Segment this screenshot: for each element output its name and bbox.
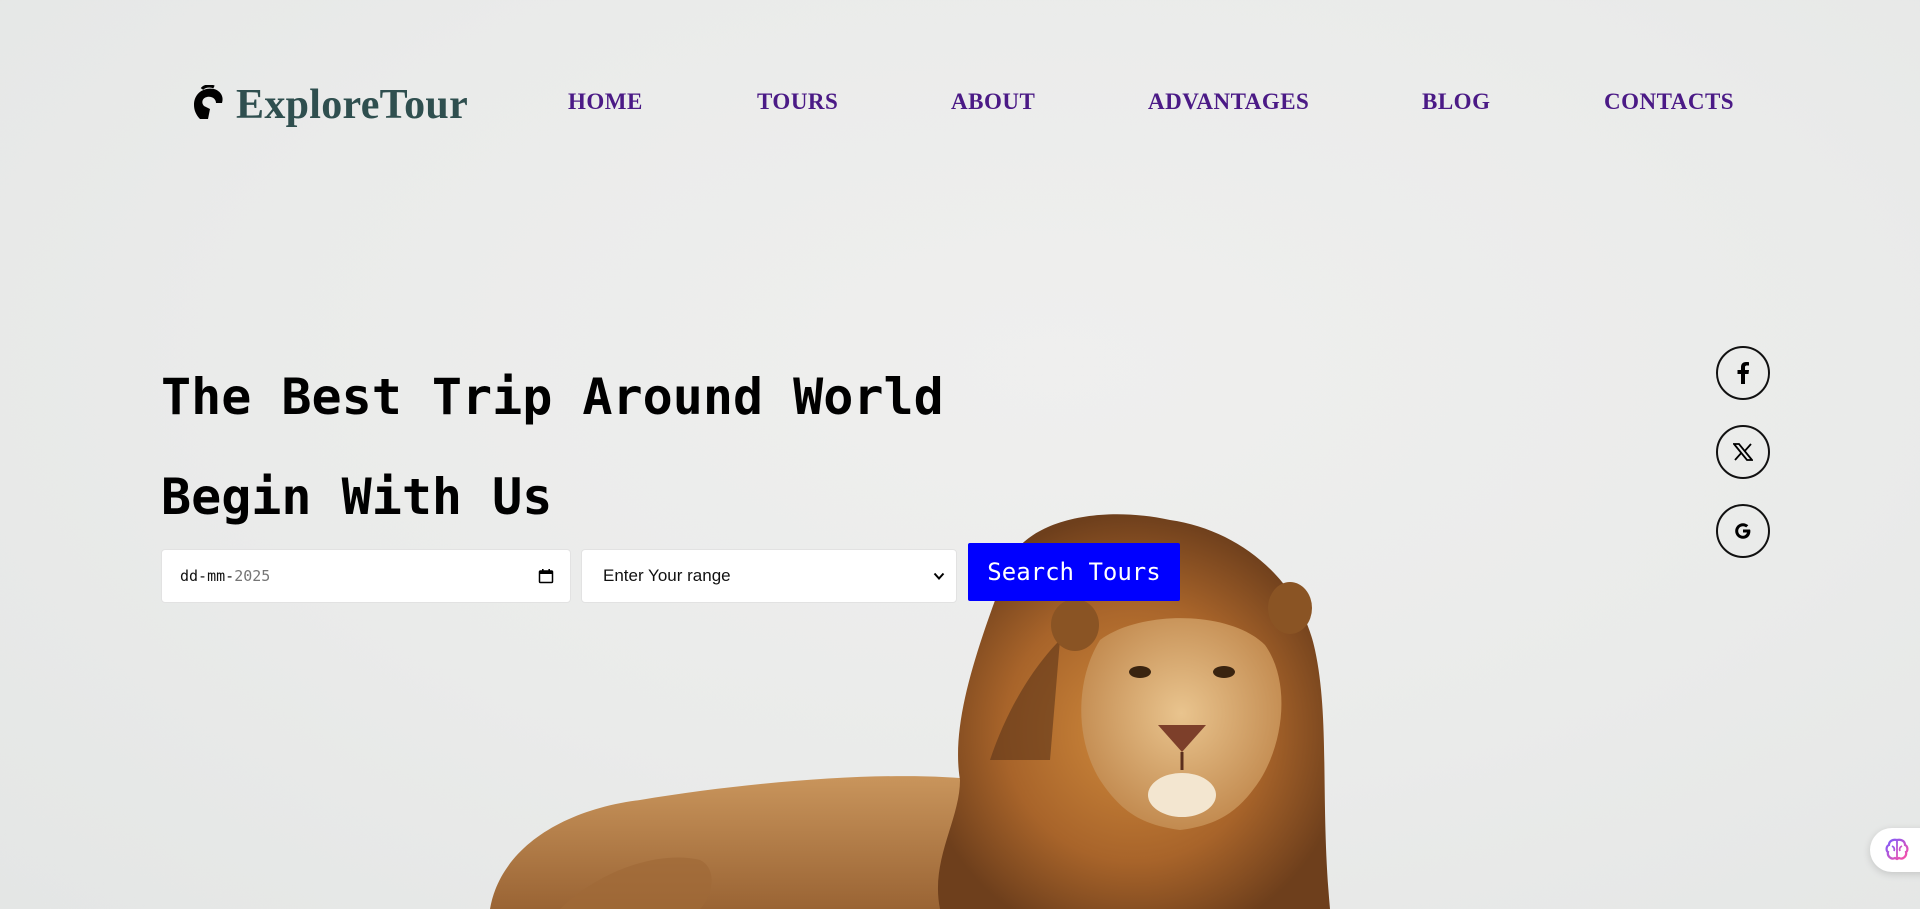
- date-year: 2025: [234, 567, 271, 585]
- calendar-icon[interactable]: [538, 568, 554, 584]
- brand-name: ExploreTour: [236, 82, 469, 128]
- brain-icon: [1885, 838, 1909, 861]
- nav-advantages[interactable]: ADVANTAGES: [1148, 90, 1309, 113]
- google-icon: [1735, 523, 1751, 539]
- date-placeholder: dd-mm-: [180, 567, 235, 585]
- google-link[interactable]: [1716, 504, 1770, 558]
- x-link[interactable]: [1716, 425, 1770, 479]
- search-tours-button[interactable]: Search Tours: [968, 543, 1180, 601]
- brand-logo[interactable]: ExploreTour: [190, 80, 468, 126]
- nav-contacts[interactable]: CONTACTS: [1604, 90, 1734, 113]
- nav-home[interactable]: HOME: [568, 90, 643, 113]
- nav-about[interactable]: ABOUT: [951, 90, 1035, 113]
- assistant-widget[interactable]: [1870, 828, 1920, 872]
- lion-hero-image: [490, 514, 1330, 909]
- facebook-icon: [1737, 362, 1749, 384]
- range-select[interactable]: Enter Your range: [581, 549, 957, 603]
- range-select-value: Enter Your range: [603, 566, 731, 585]
- hero-title-line-2: Begin With Us: [161, 468, 553, 526]
- facebook-link[interactable]: [1716, 346, 1770, 400]
- spartan-helmet-icon: [194, 85, 223, 119]
- nav-tours[interactable]: TOURS: [757, 90, 838, 113]
- x-icon: [1733, 443, 1753, 461]
- date-input[interactable]: dd-mm- 2025: [161, 549, 571, 603]
- hero-title-line-1: The Best Trip Around World: [161, 368, 944, 426]
- chevron-down-icon: [933, 572, 945, 580]
- nav-blog[interactable]: BLOG: [1422, 90, 1490, 113]
